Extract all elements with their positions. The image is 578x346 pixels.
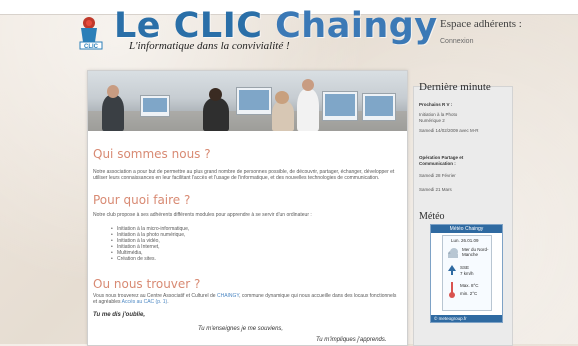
meteo-max: Max. 8°C xyxy=(460,283,479,288)
meteo-region-2: Manche xyxy=(462,252,479,257)
main-content: Qui sommes nous ? Notre association a po… xyxy=(87,70,408,346)
section-text-why-intro: Notre club propose à ses adhérents diffé… xyxy=(93,212,312,218)
sidebar-prochains-title: Prochains R V : xyxy=(419,102,453,107)
section-text-where: Vous nous trouverez au Centre Associatif… xyxy=(93,293,398,305)
member-connect-link[interactable]: Connexion xyxy=(440,38,473,45)
hero-monitor xyxy=(236,87,272,115)
meteo-min: min. 2°C xyxy=(460,291,478,296)
cloud-icon xyxy=(448,248,458,258)
hero-monitor xyxy=(322,91,358,121)
acces-cac-link[interactable]: Accès au CAC (p. 1) xyxy=(122,299,168,305)
section-title-where: Ou nous trouver ? xyxy=(93,277,201,291)
sidebar-operation-date-2: Samedi 21 Mars xyxy=(419,187,452,192)
quote-line-2: Tu m'enseignes je me souviens, xyxy=(198,326,284,332)
sidebar-title-meteo: Météo xyxy=(419,211,445,222)
meteo-date: Lun. 26.01.09 xyxy=(451,238,479,243)
meteo-widget-header: Météo Chaingy xyxy=(431,225,502,233)
hero-monitor xyxy=(140,95,170,117)
sidebar-prochains-line2: Numérique 2 xyxy=(419,118,445,123)
hero-person-head xyxy=(107,85,119,98)
meteo-wind-dir: SSE xyxy=(460,265,470,270)
thermometer-icon xyxy=(449,282,455,298)
section-title-who: Qui sommes nous ? xyxy=(93,147,211,161)
hero-person xyxy=(102,95,124,131)
list-item: Création de sites. xyxy=(111,256,189,262)
quote-line-1: Tu me dis j'oublie, xyxy=(93,312,145,318)
meteo-widget-forecast: Lun. 26.01.09 Mer du Nord- Manche SSE 7 … xyxy=(442,235,492,311)
site-logo[interactable]: CLIC xyxy=(78,14,108,50)
site-tagline: L'informatique dans la convivialité ! xyxy=(129,40,290,52)
hero-photo xyxy=(88,71,407,131)
section-text-who: Notre association a pour but de permettr… xyxy=(93,169,395,181)
logo-icon: CLIC xyxy=(79,17,103,50)
meteo-widget[interactable]: Météo Chaingy Lun. 26.01.09 Mer du Nord-… xyxy=(430,224,503,323)
meteo-wind-speed: 7 km/h xyxy=(460,271,474,276)
sidebar-operation-date-1: Samedi 28 Février xyxy=(419,173,456,178)
hero-person-head xyxy=(209,88,222,101)
logo-text: CLIC xyxy=(84,44,99,50)
hero-person xyxy=(203,98,229,131)
site-title-brand: Chaingy xyxy=(275,6,438,46)
meteo-widget-footer[interactable]: © meteogroup.fr xyxy=(431,315,502,322)
member-area-label: Espace adhérents : xyxy=(440,18,522,30)
sidebar-prochains-date: Samedi 14/02/2009 avec M-R xyxy=(419,128,479,133)
hero-person-head xyxy=(302,79,314,91)
wind-arrow-icon xyxy=(448,265,456,275)
section-title-why: Pour quoi faire ? xyxy=(93,193,191,207)
chaingy-link[interactable]: CHAINGY xyxy=(217,293,239,299)
sidebar: Dernière minute Prochains R V : Initiati… xyxy=(413,81,513,346)
sidebar-operation-title-2: Communication : xyxy=(419,161,456,166)
quote-line-3: Tu m'impliques j'apprends. xyxy=(316,337,387,343)
where-text-end: . xyxy=(167,299,169,305)
modules-list: Initiation à la micro-informatique, Init… xyxy=(111,226,189,262)
hero-monitor xyxy=(362,93,396,121)
hero-person-head xyxy=(275,91,289,104)
hero-person xyxy=(297,89,319,131)
sidebar-title-news: Dernière minute xyxy=(419,81,491,93)
hero-person xyxy=(272,101,294,131)
